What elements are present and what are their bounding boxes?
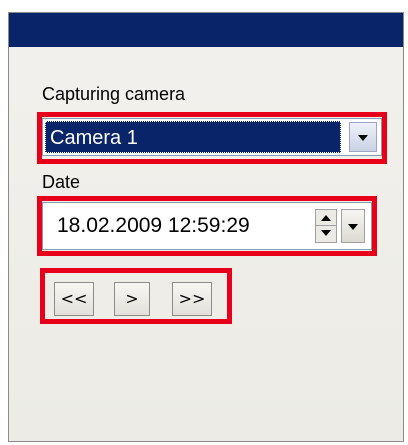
spin-down-button[interactable] bbox=[316, 226, 336, 242]
spin-down-icon bbox=[321, 230, 331, 236]
date-picker[interactable]: 18.02.2009 12:59:29 bbox=[42, 202, 372, 250]
camera-label: Capturing camera bbox=[42, 84, 186, 104]
title-bar bbox=[9, 13, 403, 47]
chevron-down-icon bbox=[348, 224, 358, 230]
chevron-down-icon bbox=[358, 135, 368, 141]
date-label: Date bbox=[42, 172, 81, 192]
date-dropdown-button[interactable] bbox=[341, 209, 365, 243]
spin-up-button[interactable] bbox=[316, 210, 336, 226]
last-button[interactable]: >> bbox=[172, 282, 212, 316]
spin-up-icon bbox=[321, 215, 331, 221]
camera-dropdown-button[interactable] bbox=[349, 122, 377, 152]
date-value[interactable]: 18.02.2009 12:59:29 bbox=[57, 203, 250, 249]
next-button[interactable]: > bbox=[114, 282, 150, 316]
camera-selected-value: Camera 1 bbox=[45, 121, 341, 153]
camera-select[interactable]: Camera 1 bbox=[42, 118, 382, 156]
date-spinner[interactable] bbox=[315, 209, 337, 243]
first-button[interactable]: << bbox=[54, 282, 94, 316]
